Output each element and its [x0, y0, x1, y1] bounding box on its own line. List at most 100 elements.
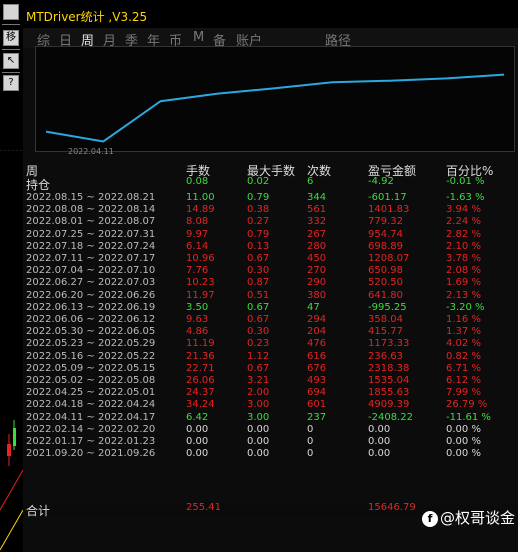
table-row: 2022.06.20 ~ 2022.06.26 11.97 0.51 380 641.8…: [23, 290, 518, 302]
tab-magic[interactable]: M: [193, 30, 204, 45]
row-count: 204: [307, 326, 327, 338]
row-week: 2022.05.30 ~ 2022.06.05: [26, 326, 156, 338]
row-count: 0: [307, 423, 314, 435]
cursor-icon[interactable]: ↖: [3, 53, 19, 69]
row-max-lots: 0.79: [247, 228, 270, 240]
move-icon[interactable]: 移: [3, 30, 19, 46]
arrow-icon[interactable]: [3, 4, 19, 20]
row-max-lots: 0.30: [247, 265, 270, 277]
total-lots: 255.41: [186, 502, 221, 513]
holding-pct: -0.01 %: [446, 176, 485, 187]
row-week: 2022.06.13 ~ 2022.06.19: [26, 301, 156, 313]
equity-curve-svg: [45, 73, 505, 143]
row-max-lots: 0.00: [247, 423, 270, 435]
row-week: 2022.06.06 ~ 2022.06.12: [26, 314, 156, 325]
table-row: 2022.07.04 ~ 2022.07.10 7.76 0.30 270 650.98…: [23, 265, 518, 277]
row-week: 2022.01.17 ~ 2022.01.23: [26, 436, 156, 447]
row-pct: 0.00 %: [446, 436, 481, 447]
table-row: 2022.07.11 ~ 2022.07.17 10.96 0.67 450 1208.…: [23, 253, 518, 265]
help-icon[interactable]: ?: [3, 75, 19, 91]
row-max-lots: 1.12: [247, 350, 270, 362]
stats-window: MTDriver统计 ,V3.25 综 日 周 月 季 年 币 M 备 账户 路…: [23, 0, 518, 552]
row-pct: 2.08 %: [446, 265, 481, 277]
holding-row: 持仓 0.08 0.02 6 -4.92 -0.01 %: [23, 176, 518, 192]
row-max-lots: 0.67: [247, 314, 270, 325]
row-count: 616: [307, 350, 327, 362]
row-pnl: 1208.07: [368, 253, 410, 264]
row-pct: 2.13 %: [446, 289, 481, 301]
left-toolbar: 移 ↖ ?: [0, 0, 24, 552]
row-pct: 2.24 %: [446, 216, 481, 228]
row-count: 237: [307, 411, 327, 423]
row-lots: 4.86: [186, 326, 209, 338]
title-bar[interactable]: MTDriver统计 ,V3.25: [23, 0, 518, 28]
row-max-lots: 0.51: [247, 289, 270, 301]
table-row: 2022.05.02 ~ 2022.05.08 26.06 3.21 493 1535.…: [23, 375, 518, 387]
row-week: 2022.05.02 ~ 2022.05.08: [26, 375, 156, 386]
table-row: 2022.06.06 ~ 2022.06.12 9.63 0.67 294 358.04…: [23, 314, 518, 326]
row-pnl: 358.04: [368, 314, 403, 325]
equity-chart: [35, 46, 515, 152]
table-row: 2022.08.15 ~ 2022.08.21 11.00 0.79 344 -601.…: [23, 192, 518, 204]
row-pnl: 4909.39: [368, 399, 410, 411]
row-count: 270: [307, 265, 327, 277]
row-count: 267: [307, 228, 327, 240]
row-week: 2022.04.11 ~ 2022.04.17: [26, 411, 156, 423]
row-pnl: 520.50: [368, 277, 403, 289]
row-count: 450: [307, 253, 327, 264]
row-max-lots: 0.27: [247, 216, 270, 228]
row-week: 2022.04.25 ~ 2022.05.01: [26, 387, 156, 399]
row-week: 2022.08.08 ~ 2022.08.14: [26, 204, 156, 216]
row-week: 2022.07.25 ~ 2022.07.31: [26, 228, 156, 240]
row-pct: 2.10 %: [446, 240, 481, 252]
holding-lots: 0.08: [186, 176, 209, 187]
table-row: 2022.07.18 ~ 2022.07.24 6.14 0.13 280 698.89…: [23, 241, 518, 253]
row-max-lots: 0.30: [247, 326, 270, 338]
table-row: 2022.01.17 ~ 2022.01.23 0.00 0.00 0 0.00 0.00…: [23, 436, 518, 448]
tab-bar: 综 日 周 月 季 年 币 M 备 账户 路径: [23, 28, 518, 49]
row-pct: 26.79 %: [446, 399, 488, 411]
table-row: 2022.05.09 ~ 2022.05.15 22.71 0.67 676 2318.…: [23, 363, 518, 375]
row-count: 561: [307, 204, 327, 216]
row-pct: 0.00 %: [446, 423, 481, 435]
row-pnl: 1173.33: [368, 338, 410, 350]
row-max-lots: 0.67: [247, 362, 270, 374]
row-lots: 11.97: [186, 289, 215, 301]
row-week: 2022.05.16 ~ 2022.05.22: [26, 350, 156, 362]
row-max-lots: 0.00: [247, 448, 270, 460]
row-count: 344: [307, 192, 327, 203]
row-pct: -3.20 %: [446, 301, 485, 313]
table-row: 2022.04.11 ~ 2022.04.17 6.42 3.00 237 -2408.…: [23, 412, 518, 424]
table-row: 2021.09.20 ~ 2021.09.26 0.00 0.00 0 0.00 0.00…: [23, 448, 518, 460]
row-pct: 1.16 %: [446, 314, 481, 325]
table-row: 2022.02.14 ~ 2022.02.20 0.00 0.00 0 0.00 0.00…: [23, 424, 518, 436]
row-pct: 2.82 %: [446, 228, 481, 240]
row-count: 380: [307, 289, 327, 301]
row-lots: 24.37: [186, 387, 215, 399]
row-lots: 8.08: [186, 216, 209, 228]
row-lots: 6.14: [186, 240, 209, 252]
row-pct: 6.12 %: [446, 375, 481, 386]
row-max-lots: 0.38: [247, 204, 270, 216]
row-pnl: 415.77: [368, 326, 403, 338]
row-week: 2022.06.20 ~ 2022.06.26: [26, 289, 156, 301]
trend-line: [0, 509, 23, 551]
row-max-lots: 2.00: [247, 387, 270, 399]
table-row: 2022.04.18 ~ 2022.04.24 34.24 3.00 601 4909.…: [23, 399, 518, 411]
row-lots: 21.36: [186, 350, 215, 362]
table-row: 2022.05.16 ~ 2022.05.22 21.36 1.12 616 236.6…: [23, 351, 518, 363]
row-pnl: 2318.38: [368, 362, 410, 374]
row-pnl: 1855.63: [368, 387, 410, 399]
row-count: 0: [307, 436, 314, 447]
table-row: 2022.06.13 ~ 2022.06.19 3.50 0.67 47 -995.25…: [23, 302, 518, 314]
toolbar-separator: [2, 49, 20, 50]
row-lots: 6.42: [186, 411, 209, 423]
row-lots: 11.19: [186, 338, 215, 350]
row-pnl: 0.00: [368, 448, 391, 460]
row-max-lots: 0.87: [247, 277, 270, 289]
row-week: 2022.07.18 ~ 2022.07.24: [26, 240, 156, 252]
row-pnl: -601.17: [368, 192, 407, 203]
row-pct: -11.61 %: [446, 411, 491, 423]
row-pct: 1.69 %: [446, 277, 481, 289]
row-max-lots: 0.67: [247, 301, 270, 313]
